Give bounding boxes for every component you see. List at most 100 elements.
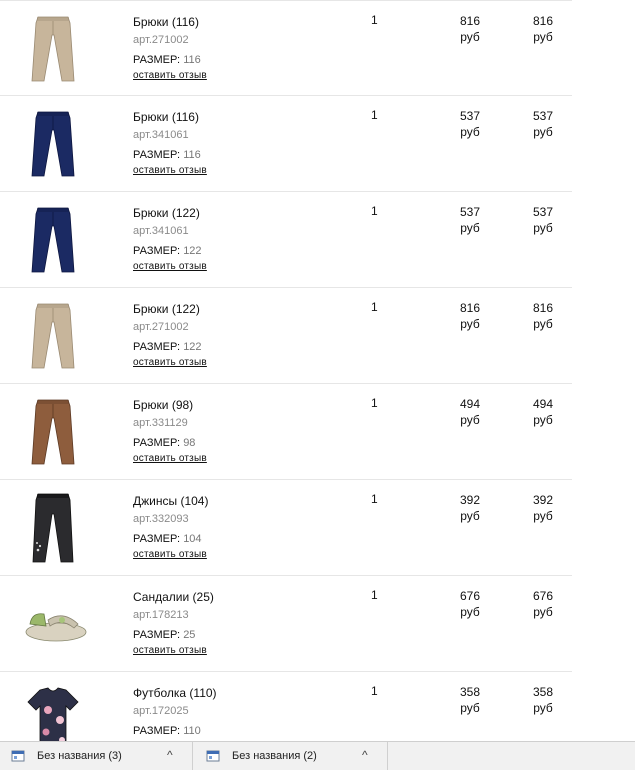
product-title[interactable]: Сандалии (25): [133, 590, 214, 604]
product-image[interactable]: [18, 200, 88, 280]
product-size: РАЗМЕР: 122: [133, 341, 202, 353]
size-value: 98: [183, 437, 196, 449]
product-size: РАЗМЕР: 116: [133, 149, 201, 161]
unit-price-currency: руб: [460, 701, 480, 715]
order-item-row: Брюки (122) арт.341061 РАЗМЕР: 122 остав…: [0, 192, 572, 288]
total-price-currency: руб: [533, 413, 553, 427]
product-image[interactable]: [18, 584, 88, 664]
unit-price-value: 816: [459, 301, 481, 315]
total-price-value: 358: [532, 685, 554, 699]
product-article: арт.172025: [133, 705, 189, 717]
product-title[interactable]: Брюки (116): [133, 15, 199, 29]
total-price-value: 816: [532, 301, 554, 315]
total-price-value: 392: [532, 493, 554, 507]
product-image[interactable]: [18, 392, 88, 472]
quantity: 1: [371, 492, 378, 506]
download-name: Без названия (2): [232, 750, 317, 762]
download-item[interactable]: Без названия (3) ^: [0, 742, 193, 770]
size-label: РАЗМЕР:: [133, 533, 181, 545]
size-value: 122: [183, 245, 202, 257]
product-article: арт.271002: [133, 34, 189, 46]
size-value: 110: [183, 725, 201, 737]
order-item-row: Брюки (116) арт.341061 РАЗМЕР: 116 остав…: [0, 96, 572, 192]
size-value: 116: [183, 54, 201, 66]
unit-price-value: 537: [459, 109, 481, 123]
product-image[interactable]: [18, 9, 88, 89]
leave-review-link[interactable]: оставить отзыв: [133, 645, 207, 656]
unit-price: 537 руб: [450, 108, 490, 140]
product-article: арт.341061: [133, 129, 189, 141]
leave-review-link[interactable]: оставить отзыв: [133, 165, 207, 176]
total-price-value: 537: [532, 109, 554, 123]
total-price: 816 руб: [523, 13, 563, 45]
total-price-currency: руб: [533, 221, 553, 235]
leave-review-link[interactable]: оставить отзыв: [133, 70, 207, 81]
total-price: 816 руб: [523, 300, 563, 332]
total-price-currency: руб: [533, 509, 553, 523]
product-article: арт.178213: [133, 609, 189, 621]
product-size: РАЗМЕР: 116: [133, 54, 201, 66]
total-price: 676 руб: [523, 588, 563, 620]
unit-price: 816 руб: [450, 300, 490, 332]
size-label: РАЗМЕР:: [133, 437, 181, 449]
product-size: РАЗМЕР: 25: [133, 629, 195, 641]
leave-review-link[interactable]: оставить отзыв: [133, 549, 207, 560]
product-image[interactable]: [18, 104, 88, 184]
image-file-icon: [11, 749, 25, 763]
product-image[interactable]: [18, 296, 88, 376]
total-price: 494 руб: [523, 396, 563, 428]
product-image[interactable]: [18, 488, 88, 568]
product-title[interactable]: Футболка (110): [133, 686, 217, 700]
product-title[interactable]: Брюки (116): [133, 110, 199, 124]
quantity: 1: [371, 204, 378, 218]
quantity: 1: [371, 300, 378, 314]
total-price: 537 руб: [523, 204, 563, 236]
unit-price-currency: руб: [460, 221, 480, 235]
unit-price-value: 358: [459, 685, 481, 699]
downloads-bar: Без названия (3) ^ Без названия (2) ^: [0, 741, 635, 770]
unit-price-currency: руб: [460, 317, 480, 331]
size-label: РАЗМЕР:: [133, 725, 181, 737]
leave-review-link[interactable]: оставить отзыв: [133, 357, 207, 368]
total-price: 537 руб: [523, 108, 563, 140]
unit-price-currency: руб: [460, 605, 480, 619]
quantity: 1: [371, 396, 378, 410]
unit-price-currency: руб: [460, 509, 480, 523]
unit-price: 537 руб: [450, 204, 490, 236]
order-item-row: Брюки (122) арт.271002 РАЗМЕР: 122 остав…: [0, 288, 572, 384]
size-value: 116: [183, 149, 201, 161]
total-price-currency: руб: [533, 317, 553, 331]
leave-review-link[interactable]: оставить отзыв: [133, 261, 207, 272]
unit-price: 816 руб: [450, 13, 490, 45]
total-price-value: 676: [532, 589, 554, 603]
unit-price-value: 537: [459, 205, 481, 219]
order-item-row: Сандалии (25) арт.178213 РАЗМЕР: 25 оста…: [0, 576, 572, 672]
product-title[interactable]: Брюки (98): [133, 398, 193, 412]
total-price: 358 руб: [523, 684, 563, 716]
product-size: РАЗМЕР: 104: [133, 533, 202, 545]
product-title[interactable]: Брюки (122): [133, 206, 200, 220]
image-file-icon: [206, 749, 220, 763]
total-price-currency: руб: [533, 605, 553, 619]
unit-price: 392 руб: [450, 492, 490, 524]
unit-price-currency: руб: [460, 413, 480, 427]
leave-review-link[interactable]: оставить отзыв: [133, 453, 207, 464]
chevron-up-icon[interactable]: ^: [362, 748, 368, 762]
product-title[interactable]: Брюки (122): [133, 302, 200, 316]
total-price-currency: руб: [533, 30, 553, 44]
product-article: арт.341061: [133, 225, 189, 237]
product-title[interactable]: Джинсы (104): [133, 494, 208, 508]
order-item-row: Брюки (116) арт.271002 РАЗМЕР: 116 остав…: [0, 0, 572, 96]
size-value: 25: [183, 629, 196, 641]
quantity: 1: [371, 108, 378, 122]
unit-price-currency: руб: [460, 125, 480, 139]
product-article: арт.271002: [133, 321, 189, 333]
chevron-up-icon[interactable]: ^: [167, 748, 173, 762]
size-label: РАЗМЕР:: [133, 54, 181, 66]
size-label: РАЗМЕР:: [133, 629, 181, 641]
unit-price-value: 676: [459, 589, 481, 603]
download-item[interactable]: Без названия (2) ^: [195, 742, 388, 770]
size-value: 122: [183, 341, 202, 353]
product-size: РАЗМЕР: 98: [133, 437, 195, 449]
order-item-row: Брюки (98) арт.331129 РАЗМЕР: 98 оставит…: [0, 384, 572, 480]
